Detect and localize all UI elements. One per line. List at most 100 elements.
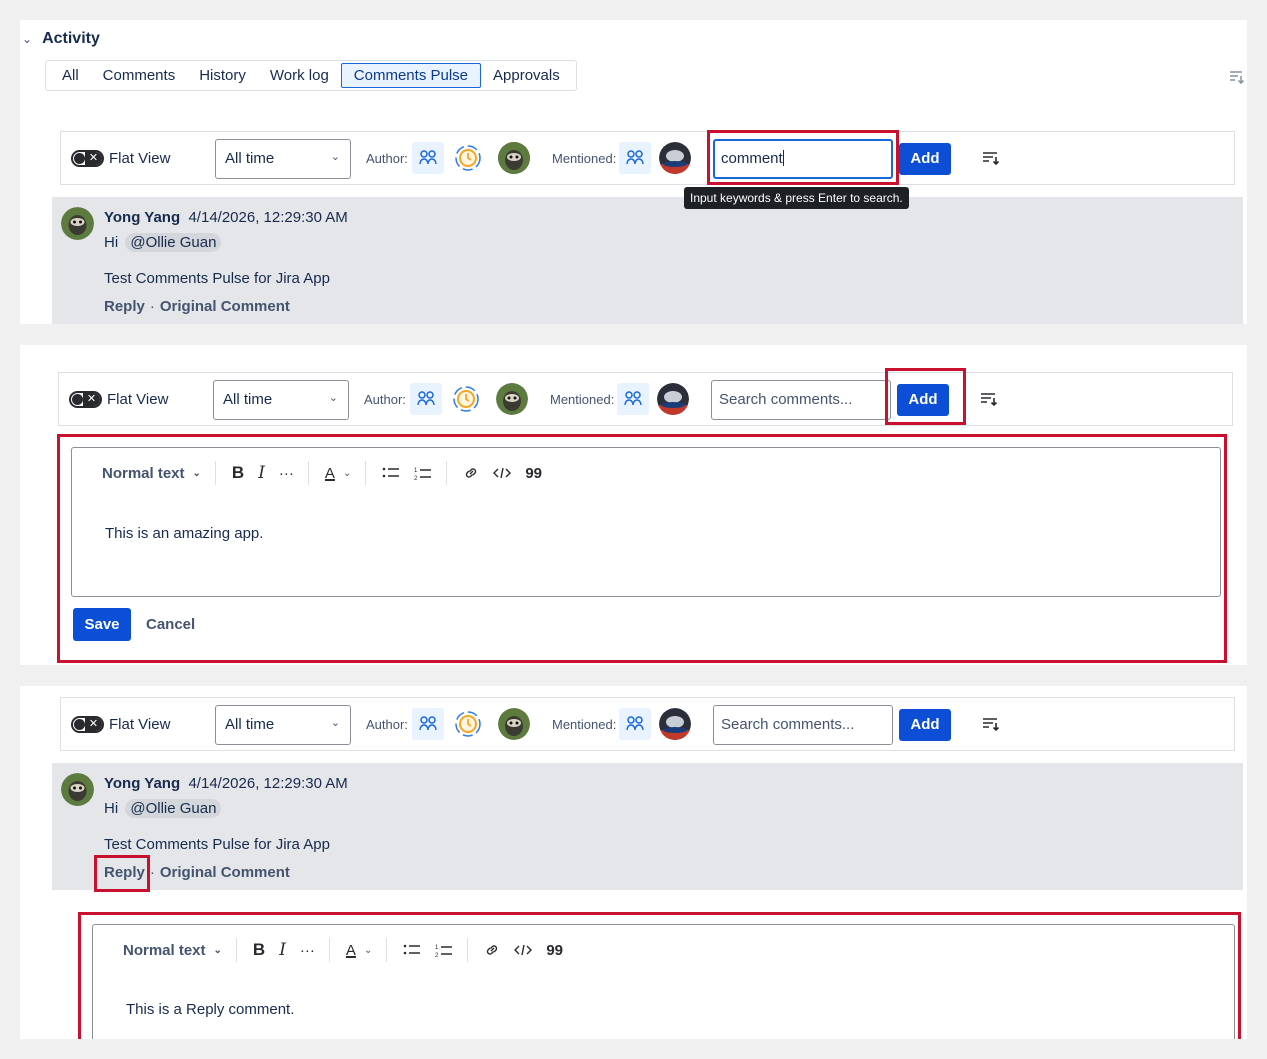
more-options-button[interactable]: ···: [300, 942, 315, 959]
add-button[interactable]: Add: [897, 384, 949, 416]
sort-icon[interactable]: [982, 151, 1000, 170]
code-icon[interactable]: [493, 466, 512, 480]
avatar[interactable]: [657, 383, 689, 415]
close-icon: ✕: [85, 152, 102, 165]
link-icon[interactable]: [463, 465, 479, 481]
sort-icon[interactable]: [1229, 70, 1245, 87]
comments-toolbar: ✕ Flat View All time ⌄ Author: Mentioned:…: [60, 697, 1235, 751]
text-style-label: Normal text: [123, 941, 206, 959]
save-button[interactable]: Save: [73, 608, 131, 641]
avatar[interactable]: [498, 142, 530, 174]
time-filter-select[interactable]: All time ⌄: [215, 139, 351, 179]
avatar[interactable]: [659, 708, 691, 740]
avatar[interactable]: [61, 773, 94, 806]
numbered-list-icon[interactable]: 12: [435, 943, 453, 958]
sort-icon[interactable]: [982, 717, 1000, 736]
tab-history[interactable]: History: [187, 64, 258, 87]
search-input[interactable]: Search comments...: [711, 380, 891, 420]
close-icon: ✕: [85, 718, 102, 731]
text-style-dropdown[interactable]: Normal text ⌄: [123, 942, 222, 959]
bullet-list-icon[interactable]: [382, 466, 400, 480]
sort-icon[interactable]: [980, 392, 998, 411]
text-color-button[interactable]: A ⌄: [346, 942, 372, 959]
more-options-button[interactable]: ···: [279, 465, 294, 482]
quote-button[interactable]: 99: [525, 465, 542, 482]
comment-timestamp: 4/14/2026, 12:29:30 AM: [188, 209, 348, 226]
tab-approvals[interactable]: Approvals: [481, 64, 572, 87]
clock-icon[interactable]: [450, 383, 482, 415]
cancel-button[interactable]: Cancel: [146, 616, 195, 633]
chevron-down-icon[interactable]: ⌄: [22, 32, 32, 46]
avatar[interactable]: [496, 383, 528, 415]
mention-chip[interactable]: @Ollie Guan: [125, 233, 222, 252]
tab-comments[interactable]: Comments: [91, 64, 188, 87]
chevron-down-icon: ⌄: [342, 467, 352, 479]
comment-editor[interactable]: Normal text ⌄ B I ··· A ⌄ 12 99 This is an…: [71, 447, 1221, 597]
comments-toolbar: ✕ Flat View All time ⌄ Author: Mentioned:…: [60, 131, 1235, 185]
tab-work-log[interactable]: Work log: [258, 64, 341, 87]
flat-view-toggle[interactable]: ✕: [71, 716, 104, 733]
avatar[interactable]: [498, 708, 530, 740]
comment-body: Test Comments Pulse for Jira App: [104, 836, 330, 853]
text-style-dropdown[interactable]: Normal text ⌄: [102, 465, 201, 482]
italic-button[interactable]: I: [279, 940, 286, 960]
close-icon: ✕: [83, 393, 100, 406]
text-color-button[interactable]: A ⌄: [325, 465, 351, 482]
bullet-list-icon[interactable]: [403, 943, 421, 957]
text-color-label: A: [324, 464, 335, 482]
people-icon[interactable]: [412, 142, 444, 174]
italic-button[interactable]: I: [258, 463, 265, 483]
comment-author[interactable]: Yong Yang: [104, 775, 180, 792]
reply-link[interactable]: Reply: [104, 298, 145, 315]
bold-button[interactable]: B: [253, 940, 265, 960]
people-icon[interactable]: [619, 142, 651, 174]
comment-author[interactable]: Yong Yang: [104, 209, 180, 226]
author-label: Author:: [364, 392, 406, 407]
search-input[interactable]: comment: [713, 139, 893, 179]
search-value: comment: [721, 150, 783, 167]
search-input[interactable]: Search comments...: [713, 705, 893, 745]
add-button[interactable]: Add: [899, 709, 951, 741]
code-icon[interactable]: [514, 943, 533, 957]
comment-item: Yong Yang 4/14/2026, 12:29:30 AM Hi @Oll…: [52, 197, 1243, 324]
people-icon[interactable]: [619, 708, 651, 740]
original-comment-link[interactable]: Original Comment: [160, 864, 290, 881]
tab-comments-pulse[interactable]: Comments Pulse: [340, 63, 482, 88]
numbered-list-icon[interactable]: 12: [414, 466, 432, 481]
people-icon[interactable]: [412, 708, 444, 740]
link-icon[interactable]: [484, 942, 500, 958]
flat-view-label: Flat View: [109, 150, 171, 167]
activity-header[interactable]: ⌄ Activity: [22, 30, 100, 48]
chevron-down-icon: ⌄: [363, 944, 373, 956]
chevron-down-icon: ⌄: [192, 467, 201, 479]
author-label: Author:: [366, 717, 408, 732]
comment-item: Yong Yang 4/14/2026, 12:29:30 AM Hi @Oll…: [52, 763, 1243, 890]
mention-chip[interactable]: @Ollie Guan: [125, 799, 222, 818]
activity-title: Activity: [42, 30, 100, 47]
editor-toolbar: Normal text ⌄ B I ··· A ⌄ 12 99: [72, 448, 1220, 498]
comment-header: Yong Yang 4/14/2026, 12:29:30 AM: [104, 775, 348, 792]
avatar[interactable]: [659, 142, 691, 174]
tab-all[interactable]: All: [50, 64, 91, 87]
flat-view-label: Flat View: [107, 391, 169, 408]
time-filter-select[interactable]: All time ⌄: [213, 380, 349, 420]
separator: ·: [149, 864, 155, 881]
editor-content[interactable]: This is an amazing app.: [105, 525, 263, 542]
add-button[interactable]: Add: [899, 143, 951, 175]
activity-panel-search: ⌄ Activity All Comments History Work log…: [20, 20, 1247, 324]
bold-button[interactable]: B: [232, 463, 244, 483]
clock-icon[interactable]: [452, 142, 484, 174]
quote-button[interactable]: 99: [546, 942, 563, 959]
original-comment-link[interactable]: Original Comment: [160, 298, 290, 315]
people-icon[interactable]: [410, 383, 442, 415]
reply-link[interactable]: Reply: [104, 864, 145, 881]
flat-view-toggle[interactable]: ✕: [69, 391, 102, 408]
reply-editor[interactable]: Normal text ⌄ B I ··· A ⌄ 12 99 This is a …: [92, 924, 1235, 1039]
time-filter-select[interactable]: All time ⌄: [215, 705, 351, 745]
people-icon[interactable]: [617, 383, 649, 415]
clock-icon[interactable]: [452, 708, 484, 740]
separator: ·: [149, 298, 155, 315]
editor-content[interactable]: This is a Reply comment.: [126, 1001, 294, 1018]
avatar[interactable]: [61, 207, 94, 240]
flat-view-toggle[interactable]: ✕: [71, 150, 104, 167]
